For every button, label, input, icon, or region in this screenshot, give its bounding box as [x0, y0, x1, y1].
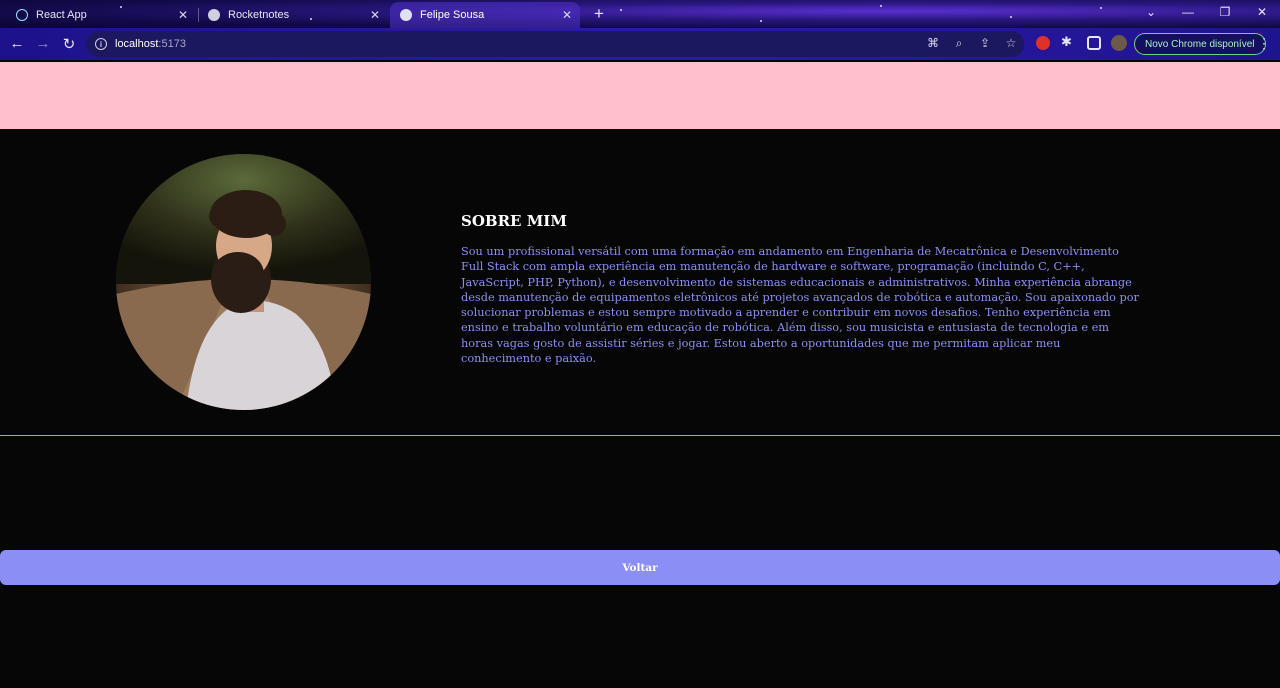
url-port: :5173 [158, 38, 186, 50]
url-host: localhost [115, 38, 159, 50]
globe-icon [208, 9, 220, 21]
profile-avatar[interactable] [1111, 35, 1127, 51]
site-info-icon[interactable]: i [95, 38, 107, 50]
new-tab-icon[interactable]: + [590, 4, 608, 24]
forward-arrow-icon[interactable]: → [34, 35, 52, 52]
translate-icon[interactable]: ⌘ [926, 36, 940, 50]
zoom-icon[interactable]: ⌕ [952, 36, 966, 51]
page-header [0, 62, 1280, 129]
browser-tab-strip: React App ✕ Rocketnotes ✕ Felipe Sousa ✕… [0, 0, 1280, 28]
close-icon[interactable]: ✕ [370, 8, 380, 22]
tab-title: React App [36, 9, 87, 21]
tab-title: Felipe Sousa [420, 9, 485, 21]
profile-photo [116, 154, 371, 410]
back-button[interactable]: Voltar [0, 550, 1280, 585]
tab-rocketnotes[interactable]: Rocketnotes ✕ [198, 2, 388, 28]
react-icon [16, 9, 28, 21]
menu-icon[interactable]: ⋮ [1257, 35, 1271, 52]
extension-icon[interactable] [1036, 36, 1050, 50]
restore-icon[interactable]: ❐ [1215, 5, 1235, 19]
close-icon[interactable]: ✕ [562, 8, 572, 22]
tab-search-icon[interactable]: ⌄ [1141, 5, 1161, 19]
address-bar[interactable]: i localhost :5173 ⌘ ⌕ ⇪ ☆ [86, 31, 1024, 57]
about-text: Sou um profissional versátil com uma for… [461, 245, 1139, 366]
puzzle-icon[interactable]: ✱ [1061, 34, 1075, 49]
section-divider [0, 435, 1280, 436]
globe-icon [400, 9, 412, 21]
tab-felipe-sousa[interactable]: Felipe Sousa ✕ [390, 2, 580, 28]
window-close-icon[interactable]: ✕ [1252, 5, 1272, 19]
share-icon[interactable]: ⇪ [978, 36, 992, 50]
browser-toolbar: ← → ↻ i localhost :5173 ⌘ ⌕ ⇪ ☆ ✱ Novo C… [0, 28, 1280, 60]
chrome-update-button[interactable]: Novo Chrome disponível [1134, 33, 1266, 55]
side-panel-icon[interactable] [1087, 36, 1101, 50]
about-title: SOBRE MIM [461, 212, 567, 230]
person-photo-icon [116, 154, 371, 410]
close-icon[interactable]: ✕ [178, 8, 188, 22]
minimize-icon[interactable]: — [1178, 5, 1198, 19]
back-arrow-icon[interactable]: ← [8, 35, 26, 52]
reload-icon[interactable]: ↻ [60, 35, 78, 53]
tab-title: Rocketnotes [228, 9, 290, 21]
tab-react-app[interactable]: React App ✕ [6, 2, 196, 28]
bookmark-star-icon[interactable]: ☆ [1004, 36, 1018, 50]
